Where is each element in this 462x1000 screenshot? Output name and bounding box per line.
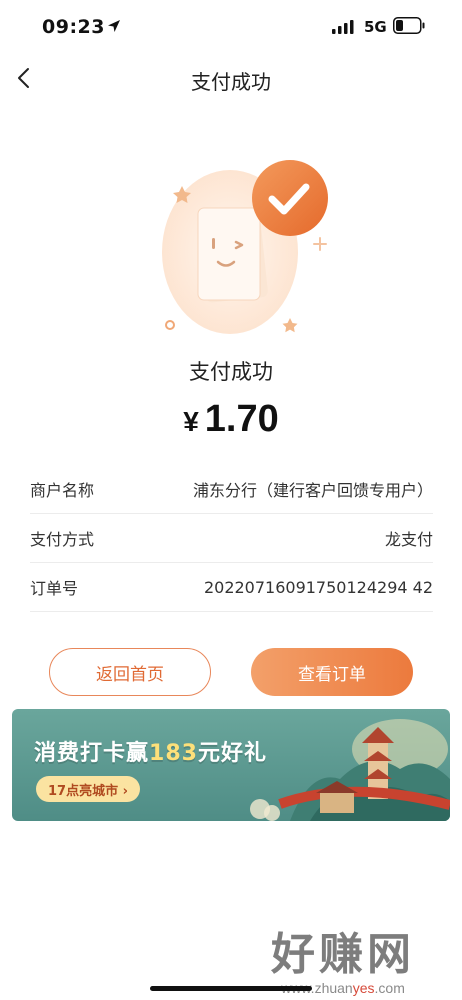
home-indicator[interactable] [150,986,312,991]
info-value: 龙支付 [384,530,433,549]
amount-value: 1.70 [204,398,279,440]
info-label: 商户名称 [30,481,95,500]
status-bar: 09:23 5G [0,0,462,56]
back-to-home-button[interactable]: 返回首页 [49,648,211,696]
info-value: 浦东分行（建行客户回馈专用户） [192,481,433,500]
banner-cta-pill[interactable]: 17点亮城市 › [36,776,140,802]
banner-title-highlight: 183 [149,741,198,766]
city-landmark-illustration [250,719,450,821]
banner-title-suffix: 元好礼 [197,741,267,766]
view-order-button[interactable]: 查看订单 [251,648,413,696]
nav-bar: 支付成功 [0,56,462,100]
order-info-list: 商户名称 浦东分行（建行客户回馈专用户） 支付方式 龙支付 订单号 202207… [30,465,433,612]
network-type: 5G [364,18,387,36]
info-row-order-number: 订单号 20220716091750124294 42 [30,563,433,612]
success-title: 支付成功 [189,360,273,384]
watermark-domain-suffix: .com [374,980,405,996]
info-label: 支付方式 [30,530,95,549]
battery-icon [393,17,425,34]
payment-success-illustration [162,160,328,334]
location-arrow-icon [108,20,120,32]
payment-amount: ¥1.70 [0,398,462,441]
info-label: 订单号 [30,579,79,598]
cellular-signal-icon [332,20,354,34]
banner-title: 消费打卡赢183元好礼 [34,735,267,767]
watermark: 好赚网 www.zhuanyes.com [248,918,438,996]
currency-symbol: ¥ [183,406,199,437]
info-value: 20220716091750124294 42 [203,577,433,597]
info-row-merchant: 商户名称 浦东分行（建行客户回馈专用户） [30,465,433,514]
banner-title-prefix: 消费打卡赢 [34,741,150,766]
info-row-payment-method: 支付方式 龙支付 [30,514,433,563]
status-time: 09:23 [42,16,105,38]
page-title: 支付成功 [191,70,271,94]
promo-banner[interactable]: 消费打卡赢183元好礼 17点亮城市 › [12,709,450,821]
watermark-domain-highlight: yes [352,980,375,996]
watermark-logo: 好赚网 [271,929,415,980]
